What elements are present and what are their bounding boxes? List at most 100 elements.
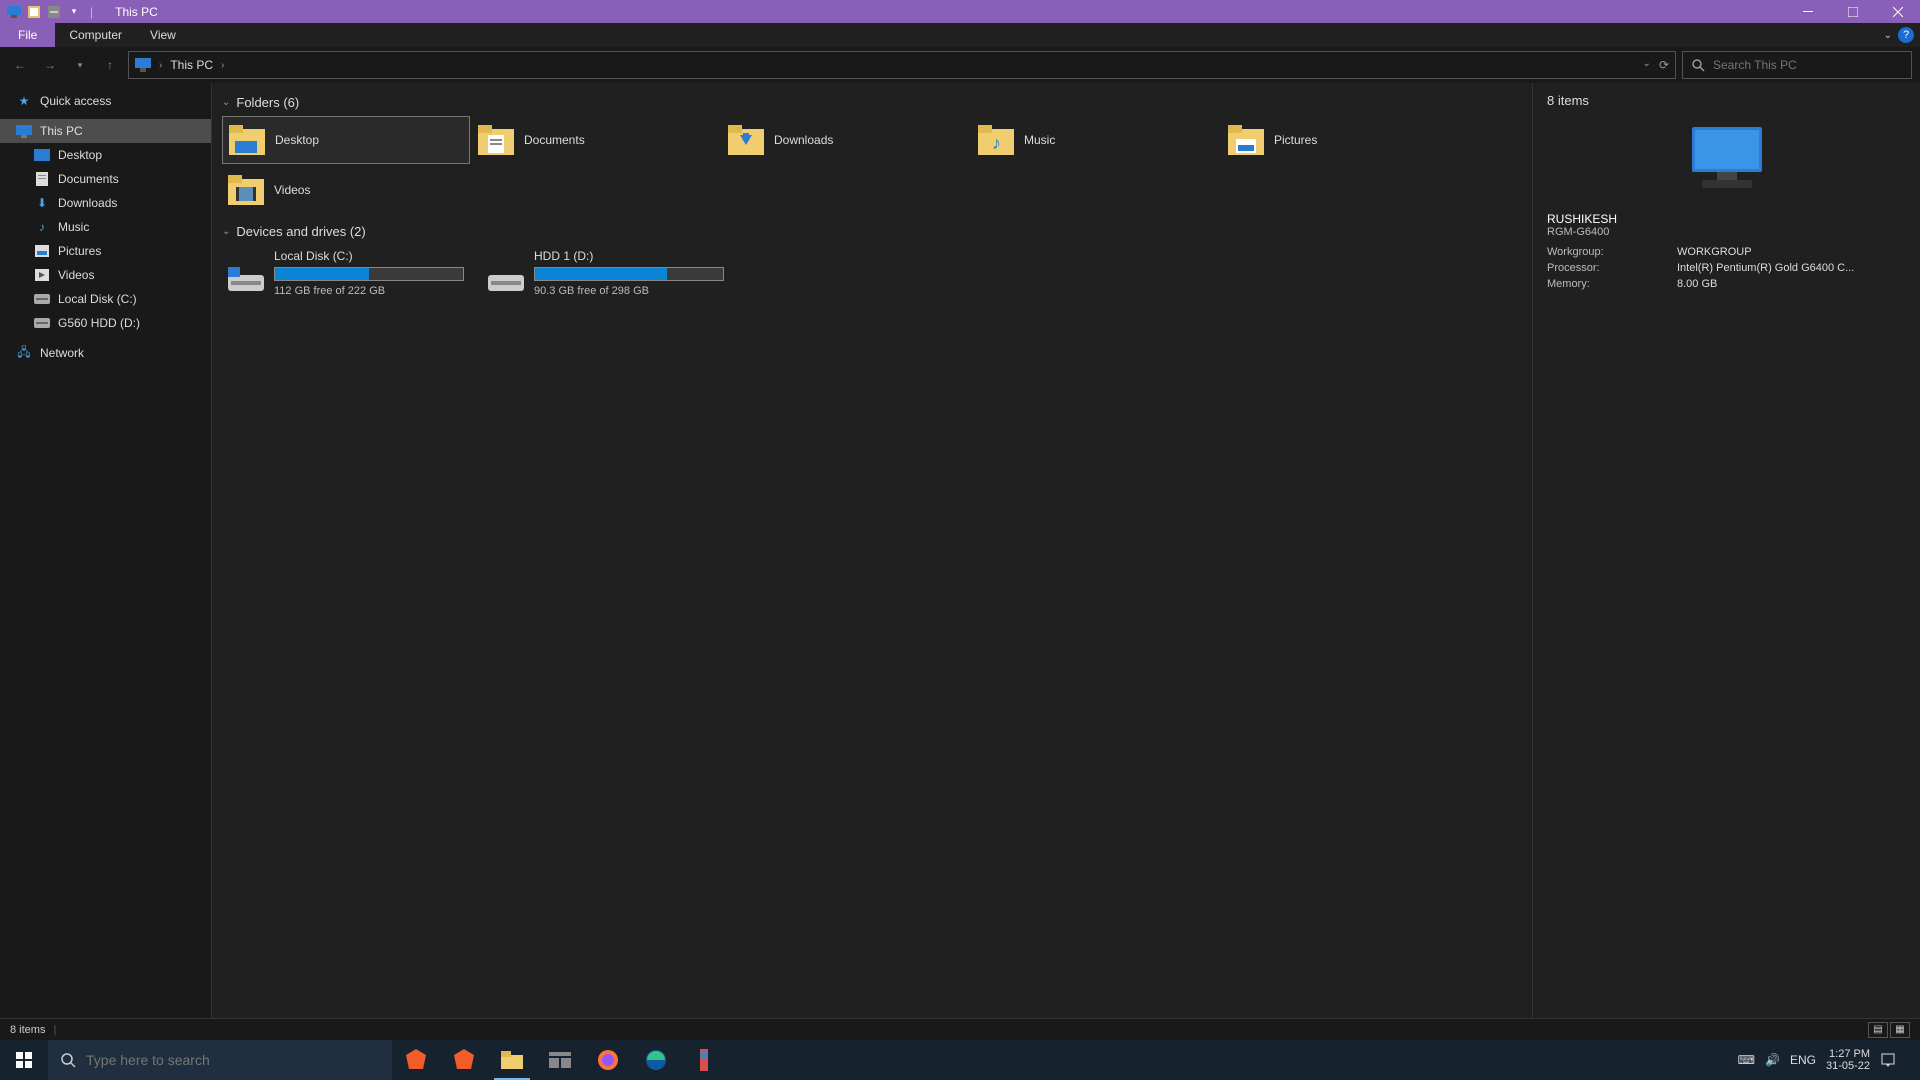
this-pc-large-icon [1682,122,1772,192]
folder-pictures[interactable]: Pictures [1222,116,1470,164]
sidebar-label: Documents [58,172,119,186]
taskbar-app-misc[interactable] [680,1040,728,1080]
folder-documents[interactable]: Documents [472,116,720,164]
desktop-icon [34,147,50,163]
folder-videos[interactable]: Videos [222,166,470,214]
music-icon: ♪ [34,219,50,235]
chevron-right-icon[interactable]: › [221,60,224,71]
close-button[interactable] [1875,0,1920,23]
svg-text:♪: ♪ [992,133,1001,153]
sidebar-item-desktop[interactable]: Desktop [0,143,211,167]
qat-properties-icon[interactable] [46,4,62,20]
folder-downloads[interactable]: Downloads [722,116,970,164]
drive-hdd-1-d[interactable]: HDD 1 (D:) 90.3 GB free of 298 GB [482,245,730,301]
details-key: Memory: [1547,278,1677,290]
recent-dropdown-icon[interactable]: ▾ [68,53,92,77]
folder-icon [228,172,264,208]
titlebar: ▾ | This PC [0,0,1920,23]
taskbar-app-brave-1[interactable] [392,1040,440,1080]
folder-music[interactable]: ♪ Music [972,116,1220,164]
group-label: Folders (6) [236,95,299,110]
ribbon: File Computer View ⌄ ? [0,23,1920,47]
minimize-button[interactable] [1785,0,1830,23]
view-large-icons-button[interactable]: ▦ [1890,1022,1910,1038]
taskbar-search[interactable] [48,1040,392,1080]
ribbon-tab-view[interactable]: View [136,23,190,47]
qat-new-icon[interactable] [26,4,42,20]
folder-label: Music [1024,133,1055,147]
taskbar-app-brave-2[interactable] [440,1040,488,1080]
sidebar-quick-access[interactable]: ★ Quick access [0,89,211,113]
tray-clock[interactable]: 1:27 PM 31-05-22 [1826,1048,1870,1072]
sidebar-item-local-disk-c[interactable]: Local Disk (C:) [0,287,211,311]
taskbar-app-edge[interactable] [632,1040,680,1080]
ribbon-expand-icon[interactable]: ⌄ [1884,30,1892,41]
tray-notifications-icon[interactable] [1880,1052,1896,1068]
search-icon [60,1052,76,1068]
forward-button[interactable]: → [38,53,62,77]
drive-local-disk-c[interactable]: Local Disk (C:) 112 GB free of 222 GB [222,245,470,301]
tray-volume-icon[interactable]: 🔊 [1765,1053,1780,1067]
sidebar-item-pictures[interactable]: Pictures [0,239,211,263]
sidebar-item-documents[interactable]: Documents [0,167,211,191]
this-pc-icon [16,123,32,139]
details-value: WORKGROUP [1677,246,1906,258]
sidebar-label: Network [40,346,84,360]
address-row: ← → ▾ ↑ › This PC › ⌄ ⟳ [0,47,1920,83]
folder-icon: ♪ [978,122,1014,158]
folder-icon [229,122,265,158]
search-input[interactable] [1713,58,1903,72]
sidebar-label: Desktop [58,148,102,162]
up-button[interactable]: ↑ [98,53,122,77]
back-button[interactable]: ← [8,53,32,77]
qat-dropdown-icon[interactable]: ▾ [66,4,82,20]
drive-icon [488,261,524,297]
status-text: 8 items [10,1024,45,1036]
tray-time-text: 1:27 PM [1826,1048,1870,1060]
sidebar-item-music[interactable]: ♪ Music [0,215,211,239]
folder-desktop[interactable]: Desktop [222,116,470,164]
group-header-folders[interactable]: ⌄ Folders (6) [222,95,1522,110]
chevron-right-icon[interactable]: › [159,60,162,71]
drive-icon [34,315,50,331]
address-bar[interactable]: › This PC › ⌄ ⟳ [128,51,1676,79]
pictures-icon [34,243,50,259]
details-value: Intel(R) Pentium(R) Gold G6400 C... [1677,262,1906,274]
taskbar-app-taskview[interactable] [536,1040,584,1080]
view-details-button[interactable]: ▤ [1868,1022,1888,1038]
drive-icon [34,291,50,307]
help-icon[interactable]: ? [1898,27,1914,43]
sidebar-item-hdd-d[interactable]: G560 HDD (D:) [0,311,211,335]
search-box[interactable] [1682,51,1912,79]
address-segment[interactable]: This PC [170,58,213,72]
drive-name: HDD 1 (D:) [534,249,724,263]
start-button[interactable] [0,1040,48,1080]
refresh-icon[interactable]: ⟳ [1659,58,1669,72]
ribbon-tab-computer[interactable]: Computer [55,23,136,47]
sidebar-item-videos[interactable]: Videos [0,263,211,287]
sidebar-item-downloads[interactable]: ⬇ Downloads [0,191,211,215]
group-header-drives[interactable]: ⌄ Devices and drives (2) [222,224,1522,239]
sidebar-network[interactable]: 🖧 Network [0,341,211,365]
chevron-down-icon: ⌄ [222,97,230,108]
this-pc-icon [6,4,22,20]
group-label: Devices and drives (2) [236,224,365,239]
taskbar-app-explorer[interactable] [488,1040,536,1080]
taskbar-search-input[interactable] [86,1052,380,1068]
sidebar-label: Downloads [58,196,117,210]
show-desktop-button[interactable] [1906,1040,1912,1080]
chevron-down-icon: ⌄ [222,226,230,237]
details-key: Workgroup: [1547,246,1677,258]
sidebar-this-pc[interactable]: This PC [0,119,211,143]
sidebar-label: This PC [40,124,83,138]
maximize-button[interactable] [1830,0,1875,23]
tray-language[interactable]: ENG [1790,1053,1816,1067]
taskbar-app-firefox[interactable] [584,1040,632,1080]
address-dropdown-icon[interactable]: ⌄ [1643,58,1651,72]
drive-free-text: 90.3 GB free of 298 GB [534,285,724,297]
folder-label: Videos [274,183,310,197]
status-bar: 8 items | ▤ ▦ [0,1018,1920,1040]
tray-keyboard-icon[interactable]: ⌨ [1738,1053,1755,1067]
ribbon-file-tab[interactable]: File [0,23,55,47]
tray-date-text: 31-05-22 [1826,1060,1870,1072]
